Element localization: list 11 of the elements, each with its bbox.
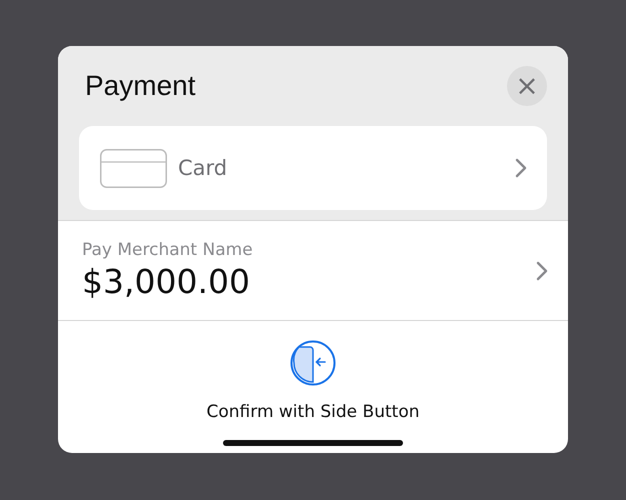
amount: $3,000.00 <box>82 262 251 301</box>
confirm-label: Confirm with Side Button <box>206 402 420 422</box>
chevron-icon <box>515 158 527 178</box>
merchant-label: Pay Merchant Name <box>82 240 254 260</box>
card-row[interactable]: Card <box>79 126 547 210</box>
card-icon <box>100 148 167 188</box>
side-button-icon <box>290 340 336 386</box>
close-button[interactable]: × <box>507 66 547 106</box>
sheet-title: Payment <box>84 70 196 102</box>
chevron-icon <box>536 260 548 280</box>
merchant-row[interactable]: Pay Merchant Name $3,000.00 <box>58 221 568 321</box>
